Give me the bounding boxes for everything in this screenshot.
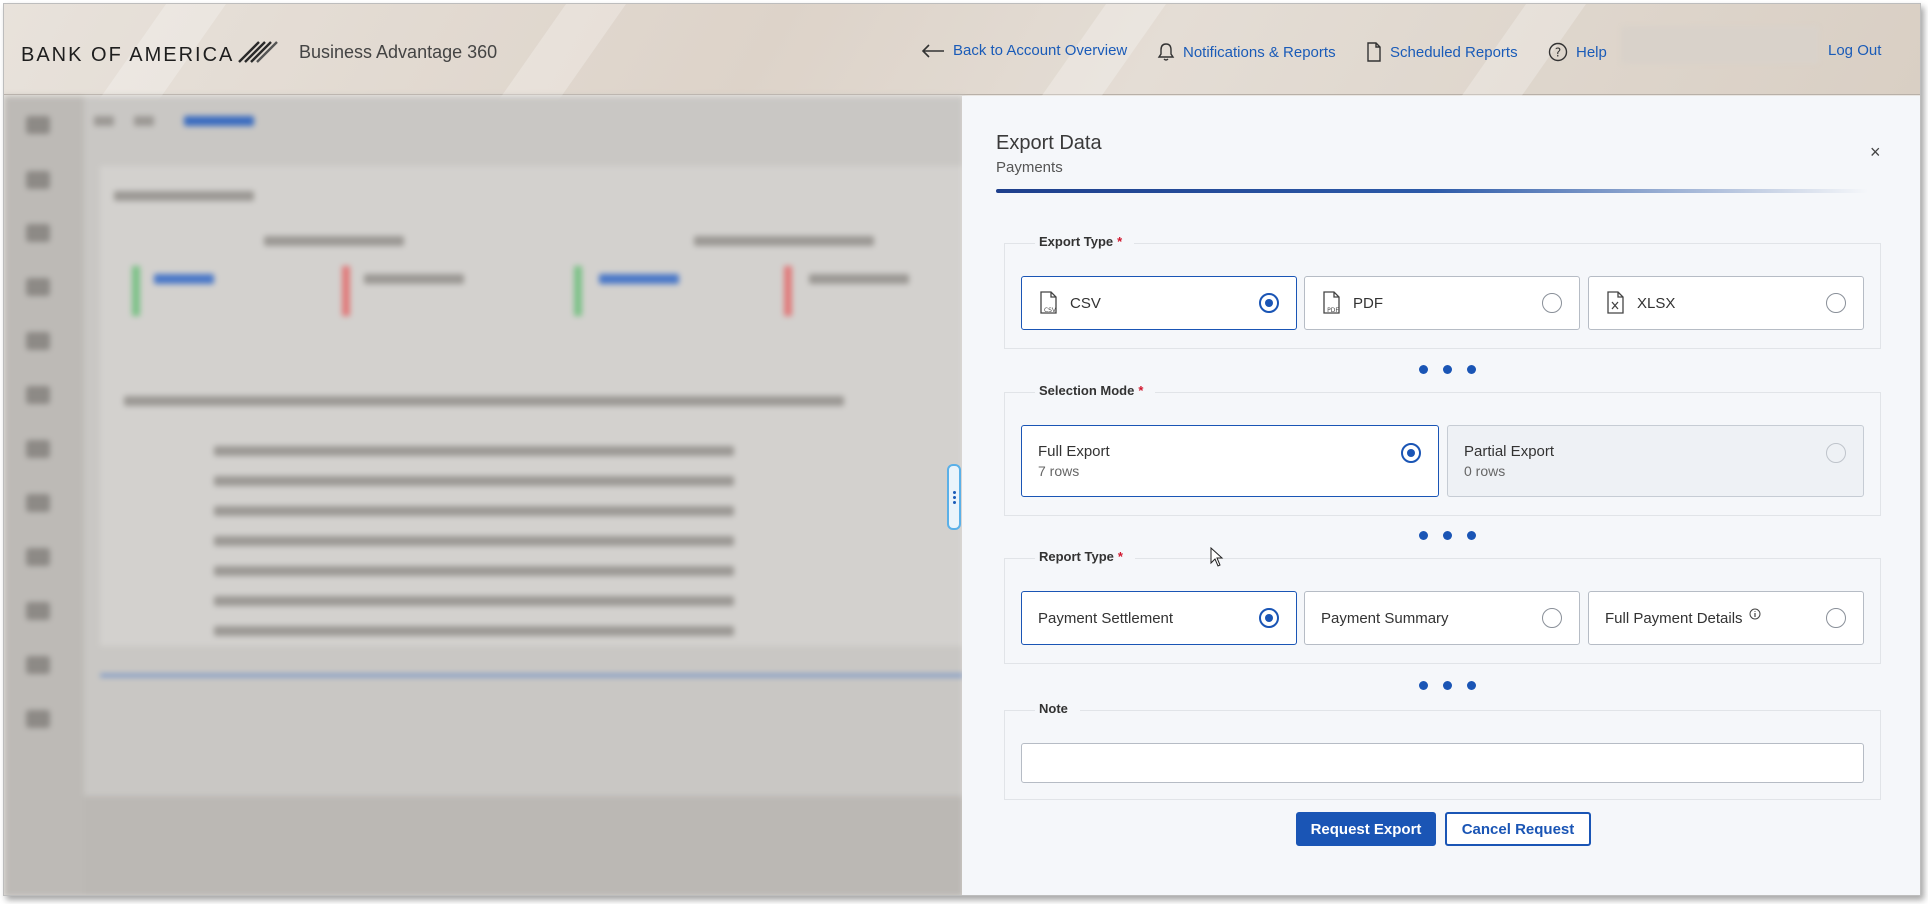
- bell-icon: [1157, 43, 1175, 61]
- export-type-label: Export Type *: [1035, 234, 1135, 249]
- info-icon[interactable]: [1749, 608, 1761, 620]
- report-type-label: Report Type *: [1035, 549, 1135, 564]
- request-export-button[interactable]: Request Export: [1296, 812, 1436, 846]
- svg-text:CSV: CSV: [1044, 307, 1057, 314]
- payment-summary-radio[interactable]: [1542, 608, 1562, 628]
- selection-mode-label: Selection Mode *: [1035, 383, 1156, 398]
- full-payment-details-radio[interactable]: [1826, 608, 1846, 628]
- notifications-reports-link[interactable]: Notifications & Reports: [1157, 42, 1336, 62]
- mouse-cursor-icon: [1210, 547, 1224, 567]
- svg-text:PDF: PDF: [1327, 307, 1339, 314]
- step-progress-bar: [996, 189, 1868, 193]
- background-app-blurred: [4, 96, 964, 895]
- full-export-rows: 7 rows: [1038, 463, 1080, 479]
- document-icon: [1367, 42, 1381, 62]
- report-option-full-payment-details[interactable]: Full Payment Details: [1588, 591, 1864, 645]
- scheduled-link-label: Scheduled Reports: [1390, 43, 1518, 61]
- arrow-left-icon: [921, 43, 944, 58]
- drawer-title: Export Data: [996, 132, 1102, 154]
- drawer-subtitle: Payments: [996, 159, 1063, 176]
- full-payment-details-label: Full Payment Details: [1605, 609, 1743, 627]
- pdf-label: PDF: [1353, 294, 1383, 312]
- xlsx-radio[interactable]: [1826, 293, 1846, 313]
- payment-settlement-radio[interactable]: [1259, 608, 1279, 628]
- csv-radio[interactable]: [1259, 293, 1279, 313]
- selection-option-full-export[interactable]: Full Export 7 rows: [1021, 425, 1439, 497]
- note-input[interactable]: [1021, 743, 1864, 783]
- logout-link-label: Log Out: [1828, 42, 1882, 59]
- cancel-request-button[interactable]: Cancel Request: [1445, 812, 1591, 846]
- pdf-radio[interactable]: [1542, 293, 1562, 313]
- back-to-overview-link[interactable]: Back to Account Overview: [921, 42, 1127, 59]
- top-header: BANK OF AMERICA Business Advantage 360 B…: [4, 4, 1920, 144]
- bank-flag-logo-icon: [238, 41, 278, 63]
- xlsx-label: XLSX: [1637, 294, 1676, 312]
- csv-label: CSV: [1070, 294, 1101, 312]
- export-type-group: Export Type * CSV CSV PDF PDF XLSX: [1004, 234, 1881, 349]
- pdf-file-icon: PDF: [1323, 291, 1340, 314]
- export-type-option-csv[interactable]: CSV CSV: [1021, 276, 1297, 330]
- svg-text:?: ?: [1555, 46, 1561, 60]
- close-icon[interactable]: ×: [1870, 142, 1881, 163]
- notifications-link-label: Notifications & Reports: [1183, 43, 1336, 61]
- report-type-group: Report Type * Payment Settlement Payment …: [1004, 549, 1881, 664]
- user-name-redacted: [1621, 26, 1819, 64]
- product-name: Business Advantage 360: [299, 42, 498, 62]
- full-export-label: Full Export: [1038, 443, 1110, 460]
- payment-settlement-label: Payment Settlement: [1038, 609, 1174, 627]
- payment-summary-label: Payment Summary: [1321, 609, 1449, 627]
- partial-export-rows: 0 rows: [1464, 463, 1506, 479]
- drawer-resize-handle[interactable]: [947, 464, 961, 530]
- step-dots: [1419, 365, 1476, 374]
- selection-option-partial-export: Partial Export 0 rows: [1447, 425, 1864, 497]
- step-dots: [1419, 681, 1476, 690]
- partial-export-label: Partial Export: [1464, 443, 1555, 460]
- xlsx-file-icon: [1607, 291, 1624, 314]
- full-export-radio[interactable]: [1401, 443, 1421, 463]
- report-option-payment-settlement[interactable]: Payment Settlement: [1021, 591, 1297, 645]
- back-link-label: Back to Account Overview: [953, 42, 1128, 59]
- export-data-drawer: Export Data Payments × Export Type * CSV …: [962, 96, 1920, 895]
- export-type-option-xlsx[interactable]: XLSX: [1588, 276, 1864, 330]
- partial-export-radio: [1826, 443, 1846, 463]
- csv-file-icon: CSV: [1040, 291, 1057, 314]
- export-type-option-pdf[interactable]: PDF PDF: [1304, 276, 1580, 330]
- help-circle-icon: ?: [1548, 42, 1568, 62]
- app-window: BANK OF AMERICA Business Advantage 360 B…: [3, 3, 1921, 896]
- logout-link[interactable]: Log Out: [1828, 42, 1881, 59]
- bank-logo-text: BANK OF AMERICA: [21, 44, 235, 66]
- help-link[interactable]: ? Help: [1548, 42, 1607, 62]
- note-label: Note: [1035, 701, 1080, 716]
- background-sidebar: [4, 96, 84, 895]
- note-group: Note: [1004, 701, 1881, 800]
- help-link-label: Help: [1576, 43, 1607, 61]
- selection-mode-group: Selection Mode * Full Export 7 rows Parti…: [1004, 383, 1881, 516]
- scheduled-reports-link[interactable]: Scheduled Reports: [1366, 42, 1518, 62]
- step-dots: [1419, 531, 1476, 540]
- report-option-payment-summary[interactable]: Payment Summary: [1304, 591, 1580, 645]
